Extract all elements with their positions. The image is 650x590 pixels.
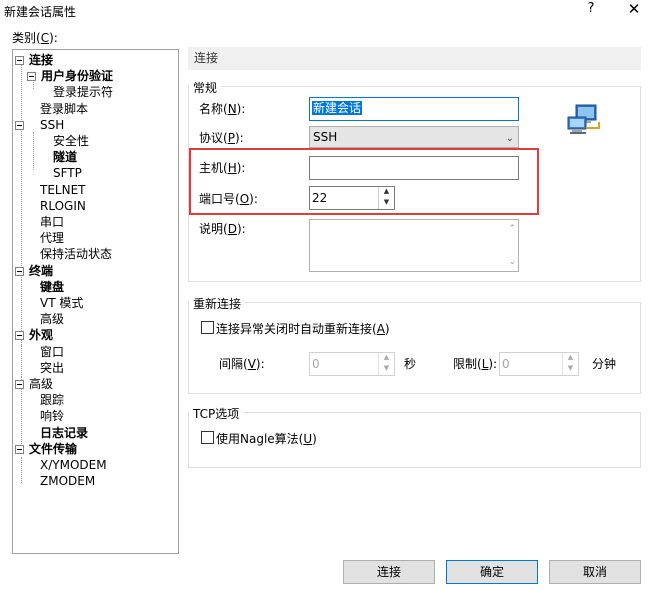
spin-down-icon[interactable]: ▼ (563, 364, 578, 375)
ok-button[interactable]: 确定 (446, 560, 538, 584)
section-header: 连接 (188, 47, 641, 70)
reconnect-group (188, 302, 641, 394)
close-button[interactable]: ✕ (624, 0, 644, 20)
spin-up-icon[interactable]: ▲ (563, 353, 578, 364)
description-label: 说明(D): (199, 222, 246, 236)
connect-button[interactable]: 连接 (343, 560, 435, 584)
description-textarea[interactable]: ⌃ ⌄ (309, 219, 519, 272)
collapse-icon[interactable] (15, 120, 24, 130)
scroll-up-icon[interactable]: ⌃ (508, 224, 516, 234)
protocol-select-value: SSH (313, 130, 338, 144)
tree-item[interactable]: SFTP (53, 165, 82, 181)
nagle-label: 使用Nagle算法(U) (216, 432, 317, 446)
tcp-group-title: TCP选项 (189, 405, 244, 422)
limit-input-value: 0 (502, 357, 510, 371)
tree-item[interactable]: 外观 (29, 327, 53, 343)
tree-item[interactable]: 文件传输 (29, 441, 77, 457)
nagle-checkbox[interactable] (201, 431, 214, 444)
tree-item[interactable]: 跟踪 (40, 392, 64, 408)
collapse-icon[interactable] (15, 266, 24, 276)
tree-item[interactable]: TELNET (40, 182, 86, 198)
tree-item[interactable]: 连接 (29, 52, 53, 68)
collapse-icon[interactable] (15, 380, 24, 389)
tree-item[interactable]: ZMODEM (40, 473, 95, 489)
auto-reconnect-label: 连接异常关闭时自动重新连接(A) (216, 322, 390, 336)
tree-item[interactable]: 日志记录 (40, 425, 88, 441)
tree-item[interactable]: 响铃 (40, 408, 64, 424)
tree-item[interactable]: 安全性 (53, 133, 89, 149)
spin-up-icon[interactable]: ▲ (379, 353, 394, 364)
tree-item[interactable]: 高级 (40, 311, 64, 327)
collapse-icon[interactable] (27, 72, 36, 82)
tree-item[interactable]: 登录脚本 (40, 101, 88, 117)
limit-input[interactable]: 0 ▲ ▼ (499, 352, 579, 376)
interval-input-value: 0 (312, 357, 320, 371)
auto-reconnect-checkbox[interactable] (201, 321, 214, 334)
tree-item[interactable]: RLOGIN (40, 198, 86, 214)
reconnect-group-title: 重新连接 (189, 295, 246, 312)
title-bar: 新建会话属性 ? ✕ (0, 0, 650, 22)
tree-item[interactable]: SSH (40, 117, 64, 133)
cancel-button[interactable]: 取消 (549, 560, 641, 584)
scroll-down-icon[interactable]: ⌄ (508, 257, 516, 267)
help-button[interactable]: ? (582, 1, 600, 19)
category-label: 类别(C): (12, 31, 58, 45)
name-input[interactable]: 新建会话 (309, 97, 519, 121)
tree-item[interactable]: 保持活动状态 (40, 246, 112, 262)
interval-spinner[interactable]: ▲ ▼ (378, 353, 394, 375)
tree-item[interactable]: 登录提示符 (53, 84, 113, 100)
tree-item[interactable]: 串口 (40, 214, 64, 230)
tree-item[interactable]: 终端 (29, 263, 53, 279)
general-group-title: 常规 (189, 79, 222, 96)
collapse-icon[interactable] (15, 56, 24, 65)
name-label: 名称(N): (199, 102, 246, 116)
chevron-down-icon: ⌄ (505, 133, 514, 144)
tree-item[interactable]: 键盘 (40, 279, 64, 295)
tree-item[interactable]: X/YMODEM (40, 457, 107, 473)
highlight-box (189, 148, 539, 215)
tree-item[interactable]: VT 模式 (40, 295, 83, 311)
interval-unit: 秒 (404, 357, 417, 371)
limit-label: 限制(L): (453, 357, 498, 371)
name-input-value: 新建会话 (312, 101, 363, 115)
spin-down-icon[interactable]: ▼ (379, 364, 394, 375)
tree-item[interactable]: 用户身份验证 (41, 68, 113, 84)
tree-item[interactable]: 隧道 (53, 149, 77, 165)
limit-spinner[interactable]: ▲ ▼ (562, 353, 578, 375)
protocol-label: 协议(P): (199, 131, 244, 145)
network-computer-icon (567, 104, 600, 134)
tree-item[interactable]: 突出 (40, 360, 64, 376)
tree-item[interactable]: 高级 (29, 376, 53, 392)
collapse-icon[interactable] (15, 331, 24, 341)
interval-input[interactable]: 0 ▲ ▼ (309, 352, 395, 376)
collapse-icon[interactable] (15, 444, 24, 454)
interval-label: 间隔(V): (219, 357, 265, 371)
category-tree[interactable]: 连接 用户身份验证 登录提示符 登录脚本 SSH 安全性 隧道 SFTP TELNET RLOGI… (12, 49, 179, 554)
tree-item[interactable]: 代理 (40, 230, 64, 246)
tree-item[interactable]: 窗口 (40, 344, 64, 360)
protocol-select[interactable]: SSH ⌄ (309, 126, 519, 148)
window-title: 新建会话属性 (4, 5, 77, 19)
limit-unit: 分钟 (592, 357, 617, 371)
